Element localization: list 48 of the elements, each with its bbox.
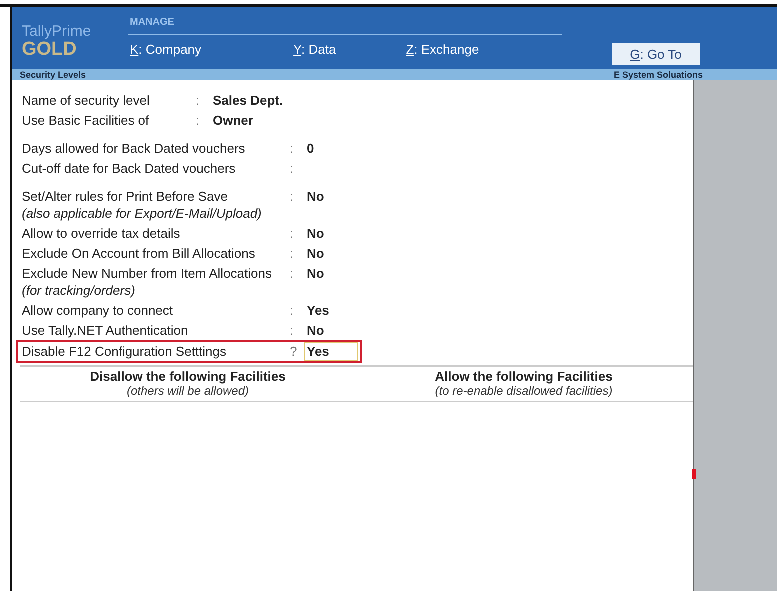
- field-separator: :: [290, 226, 295, 240]
- column-subheading: (others will be allowed): [126, 384, 250, 398]
- field-label: Disable F12 Configuration Setttings: [21, 344, 228, 359]
- field-value[interactable]: 0: [304, 138, 358, 158]
- field-separator: :: [290, 140, 295, 156]
- column-heading: Disallow the following Facilities: [90, 369, 286, 384]
- field-separator: :: [290, 188, 295, 204]
- field-label: Exclude On Account from Bill Allocations: [21, 246, 256, 260]
- field-separator: :: [290, 266, 295, 280]
- field-separator: :: [290, 302, 295, 318]
- field-label: Set/Alter rules for Print Before Save: [21, 188, 229, 204]
- field-value[interactable]: No: [304, 320, 358, 340]
- edition-name: GOLD: [22, 40, 77, 60]
- menu-item[interactable]: Z: Exchange: [404, 42, 482, 57]
- menu-item[interactable]: K: Company: [128, 42, 204, 57]
- field-separator: :: [290, 160, 295, 176]
- field-label: Days allowed for Back Dated vouchers: [21, 140, 246, 156]
- field-value[interactable]: No: [304, 224, 358, 242]
- field-value[interactable]: Sales Dept.: [210, 90, 284, 110]
- column-subheading: (to re-enable disallowed facilities): [435, 384, 613, 398]
- field-separator: :: [196, 112, 201, 128]
- field-value[interactable]: No: [304, 186, 358, 206]
- field-value[interactable]: Yes: [304, 300, 358, 320]
- column-heading: Allow the following Facilities: [435, 369, 613, 384]
- field-label: Exclude New Number from Item Allocations: [21, 266, 273, 280]
- product-name: TallyPrime: [22, 23, 92, 40]
- field-label: Use Tally.NET Authentication: [21, 322, 190, 338]
- screen-title: Security Levels: [20, 70, 88, 80]
- field-label: Cut-off date for Back Dated vouchers: [21, 160, 237, 176]
- scroll-marker: [692, 469, 696, 479]
- field-note: (also applicable for Export/E-Mail/Upload): [21, 206, 263, 223]
- field-value[interactable]: Owner: [210, 110, 264, 130]
- field-note: (for tracking/orders): [21, 283, 136, 300]
- field-value[interactable]: No: [304, 264, 358, 282]
- field-label: Allow to override tax details: [21, 226, 182, 240]
- field-separator: :: [290, 322, 295, 338]
- field-value[interactable]: Yes: [304, 342, 358, 361]
- field-label: Name of security level: [21, 92, 151, 108]
- goto-button[interactable]: G: Go To: [612, 43, 700, 65]
- menu-title: MANAGE: [128, 17, 562, 35]
- field-label: Allow company to connect: [21, 302, 174, 318]
- field-separator: :: [196, 92, 201, 108]
- menu-item[interactable]: Y: Data: [292, 42, 338, 57]
- field-separator: :: [290, 246, 295, 260]
- field-value[interactable]: No: [304, 244, 358, 262]
- company-name: E System Soluations: [614, 70, 704, 80]
- field-label: Use Basic Facilities of: [21, 112, 150, 128]
- field-separator: ?: [290, 344, 298, 359]
